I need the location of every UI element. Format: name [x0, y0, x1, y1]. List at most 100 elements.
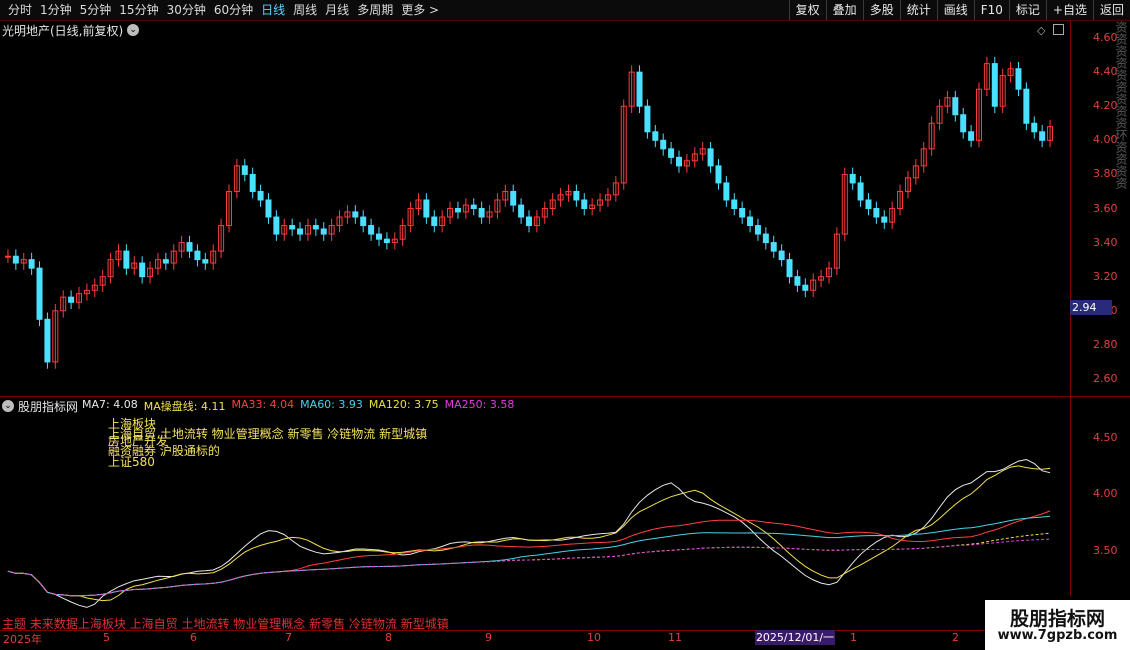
ma-legend-1: MA操盘线: 4.11: [143, 400, 226, 413]
period-tab-8[interactable]: 月线: [321, 0, 353, 20]
candle-body: [1023, 88, 1030, 124]
candle-body: [423, 199, 430, 218]
candle-body: [952, 97, 959, 116]
note-index: 上证580: [108, 455, 155, 469]
candle-body: [265, 199, 272, 218]
period-tab-10[interactable]: 更多 >: [397, 0, 443, 20]
indicator-title[interactable]: 股朋指标网: [18, 398, 78, 415]
candle-body: [660, 139, 667, 150]
period-tabs: 分时 1分钟 5分钟 15分钟 30分钟 60分钟 日线 周线 月线 多周期 更多 >: [4, 0, 443, 20]
candle-body: [707, 148, 714, 167]
period-tab-3[interactable]: 15分钟: [115, 0, 162, 20]
period-tab-5[interactable]: 60分钟: [210, 0, 257, 20]
candle-body: [360, 216, 367, 227]
candle-body: [865, 199, 872, 210]
date-axis: [0, 630, 1130, 645]
candle-body: [573, 190, 580, 201]
candle-body: [241, 165, 248, 175]
period-toolbar: 分时 1分钟 5分钟 15分钟 30分钟 60分钟 日线 周线 月线 多周期 更多 > 复权 叠加 多股…: [0, 0, 1130, 21]
period-tab-9[interactable]: 多周期: [353, 0, 397, 20]
candle-body: [12, 255, 19, 264]
diamond-icon[interactable]: ◇: [1037, 24, 1045, 37]
date-label: 11: [668, 631, 682, 644]
candle-body: [652, 131, 659, 141]
candle-body: [747, 216, 754, 227]
candle-body: [1015, 68, 1022, 90]
indicator-tick: 4.50: [1093, 430, 1118, 444]
date-cursor-box: 2025/12/01/一: [755, 630, 835, 645]
square-icon[interactable]: [1053, 24, 1064, 35]
candle-body: [991, 63, 998, 107]
candle-body: [1039, 131, 1046, 141]
tool-buttons: 复权 叠加 多股 统计 画线 F10 标记 +自选 返回: [788, 0, 1130, 20]
candle-body: [857, 182, 864, 201]
indicator-line: [7, 465, 1051, 602]
period-tab-1[interactable]: 1分钟: [36, 0, 76, 20]
candle-body: [873, 208, 880, 218]
tool-button-2[interactable]: 多股: [862, 0, 900, 20]
date-label: 7: [285, 631, 292, 644]
tool-button-1[interactable]: 叠加: [825, 0, 863, 20]
candle-body: [715, 165, 722, 184]
candle-body: [723, 182, 730, 201]
candle-body: [123, 250, 130, 269]
period-tab-2[interactable]: 5分钟: [76, 0, 116, 20]
candle-body: [636, 71, 643, 107]
indicator-line: [7, 532, 1051, 597]
ma-legend-0: MA7: 4.08: [82, 398, 138, 411]
candle-body: [202, 259, 209, 264]
candle-body: [676, 156, 682, 167]
candle-body: [518, 204, 525, 218]
side-info-strip: 资资资资资资资资资环资资资资: [1115, 21, 1128, 189]
tool-button-4[interactable]: 画线: [936, 0, 974, 20]
date-label: 6: [190, 631, 197, 644]
current-price-tag: 2.94: [1070, 300, 1112, 315]
candle-body: [431, 216, 438, 227]
candle-body: [778, 250, 785, 261]
period-tab-4[interactable]: 30分钟: [163, 0, 210, 20]
candle-body: [186, 242, 193, 252]
period-tab-7[interactable]: 周线: [289, 0, 321, 20]
candle-body: [162, 259, 169, 264]
candle-body: [754, 225, 761, 235]
date-label: 10: [587, 631, 601, 644]
candle-body: [478, 208, 485, 218]
ma-legend: MA7: 4.08 MA操盘线: 4.11 MA33: 4.04 MA60: 3.93…: [82, 398, 514, 414]
candle-body: [312, 225, 319, 230]
stock-title-bar: 光明地产(日线,前复权) ⌄: [2, 22, 140, 38]
tool-button-3[interactable]: 统计: [899, 0, 937, 20]
tool-button-6[interactable]: 标记: [1008, 0, 1046, 20]
candle-body: [510, 190, 517, 206]
price-tick: 3.80: [1093, 167, 1118, 181]
dropdown-circle-icon[interactable]: ⌄: [127, 24, 140, 36]
ma-legend-5: MA250: 3.58: [444, 398, 515, 411]
period-tab-0[interactable]: 分时: [4, 0, 36, 20]
candlestick-chart[interactable]: [0, 21, 1070, 396]
candle-body: [289, 225, 296, 230]
date-label: 8: [385, 631, 392, 644]
candle-body: [881, 216, 888, 223]
indicator-line: [7, 510, 1051, 597]
ma-legend-4: MA120: 3.75: [368, 398, 439, 411]
tool-button-7[interactable]: +自选: [1045, 0, 1093, 20]
tool-button-5[interactable]: F10: [973, 0, 1009, 20]
candle-body: [762, 233, 769, 244]
candle-body: [644, 105, 651, 133]
candle-body: [28, 259, 35, 269]
candle-body: [320, 228, 327, 235]
candle-body: [454, 208, 461, 213]
period-tab-6[interactable]: 日线: [257, 0, 289, 20]
candle-body: [139, 262, 146, 278]
site-logo: 股朋指标网 www.7gpzb.com: [985, 600, 1130, 650]
candle-body: [739, 208, 746, 218]
candle-body: [376, 233, 382, 240]
candle-body: [786, 259, 793, 278]
date-label: 1: [850, 631, 857, 644]
candle-body: [470, 204, 477, 210]
tool-button-0[interactable]: 复权: [788, 0, 826, 20]
indicator-dropdown-icon[interactable]: ⌄: [2, 400, 14, 412]
candle-body: [44, 318, 51, 363]
pane-divider[interactable]: [0, 396, 1130, 397]
candle-body: [794, 276, 801, 286]
tool-button-8[interactable]: 返回: [1092, 0, 1130, 20]
